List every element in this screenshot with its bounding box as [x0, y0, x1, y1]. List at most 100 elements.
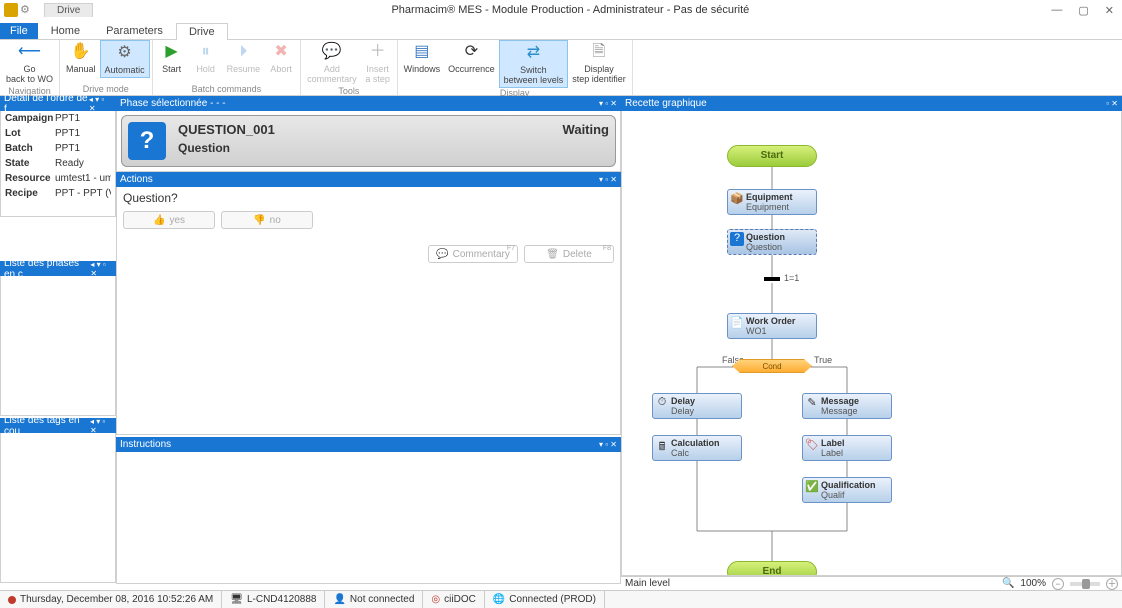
- addcomm-l2: commentary: [307, 74, 357, 84]
- go-back-button[interactable]: ⟵ Go back to WO: [2, 40, 57, 86]
- node-end[interactable]: End: [727, 561, 817, 576]
- node-qualification[interactable]: ✅ Qualification Qualif: [802, 477, 892, 503]
- left-column: Détail de l'ordre de f ◂ ▾ ▫ ✕ CampaignP…: [0, 96, 116, 590]
- close-button[interactable]: ✕: [1101, 4, 1118, 17]
- panel-detail-tools[interactable]: ◂ ▾ ▫ ✕: [89, 95, 112, 113]
- panel-tags-tools[interactable]: ◂ ▾ ▫ ✕: [90, 417, 112, 435]
- add-commentary-button[interactable]: 💬 Add commentary: [303, 40, 361, 86]
- zoom-in-button[interactable]: ＋: [1106, 578, 1118, 590]
- status-bar: Thursday, December 08, 2016 10:52:26 AM …: [0, 590, 1122, 608]
- title-bar: ⚙ Drive Pharmacim® MES - Module Producti…: [0, 0, 1122, 20]
- detail-row: LotPPT1: [1, 126, 115, 141]
- qualif-icon: ✅: [805, 480, 819, 494]
- status-connected: 🌐Connected (PROD): [485, 591, 605, 608]
- panel-actions-title: Actions: [120, 174, 153, 185]
- panel-instructions-header[interactable]: Instructions ▾ ▫ ✕: [116, 437, 621, 452]
- display-step-id-button[interactable]: 🗎 Display step identifier: [568, 40, 630, 86]
- flowchart[interactable]: Start 📦 Equipment Equipment ? Question Q…: [622, 111, 1121, 575]
- no-label: no: [270, 215, 281, 226]
- minimize-button[interactable]: —: [1047, 4, 1066, 17]
- maximize-button[interactable]: ▢: [1074, 4, 1092, 17]
- resume-button[interactable]: ⏵ Resume: [223, 40, 265, 76]
- abort-icon: ✖: [271, 42, 291, 62]
- zoom-icon[interactable]: 🔍: [1002, 578, 1014, 589]
- node-start[interactable]: Start: [727, 145, 817, 167]
- panel-actions-tools[interactable]: ▾ ▫ ✕: [599, 175, 617, 184]
- panel-recipe-tools[interactable]: ▫ ✕: [1106, 99, 1118, 108]
- yes-button[interactable]: 👍 yes: [123, 211, 215, 229]
- panel-phases-tools[interactable]: ◂ ▾ ▫ ✕: [90, 260, 112, 278]
- zoom-out-button[interactable]: −: [1052, 578, 1064, 590]
- group-navigation: ⟵ Go back to WO Navigation: [0, 40, 60, 95]
- hold-button[interactable]: ⏸ Hold: [189, 40, 223, 76]
- panel-phases-header[interactable]: Liste des phases en c ◂ ▾ ▫ ✕: [0, 261, 116, 276]
- branch-label: 1=1: [784, 273, 799, 283]
- panel-actions-body: Question? 👍 yes 👎 no 💬 CommentaryF7 🗑 De…: [116, 187, 621, 435]
- node-workorder[interactable]: 📄 Work Order WO1: [727, 313, 817, 339]
- panel-instructions-title: Instructions: [120, 439, 171, 450]
- status-machine: 🖥L-CND4120888: [222, 591, 325, 608]
- panel-phase-header[interactable]: Phase sélectionnée - - - ▾ ▫ ✕: [116, 96, 621, 111]
- right-column: Recette graphique ▫ ✕: [621, 96, 1122, 590]
- group-batch-label: Batch commands: [155, 84, 299, 95]
- delete-button[interactable]: 🗑 DeleteF8: [524, 245, 614, 263]
- commentary-button[interactable]: 💬 CommentaryF7: [428, 245, 518, 263]
- manual-button[interactable]: ✋ Manual: [62, 40, 100, 76]
- tab-drive[interactable]: Drive: [176, 23, 228, 40]
- phase-label: Question: [178, 141, 563, 155]
- panel-instructions-tools[interactable]: ▾ ▫ ✕: [599, 440, 617, 449]
- tab-parameters[interactable]: Parameters: [93, 22, 176, 39]
- automatic-button[interactable]: ⚙ Automatic: [100, 40, 150, 78]
- qualif-title: Qualification: [821, 480, 888, 490]
- detail-value: PPT1: [55, 113, 111, 124]
- delay-title: Delay: [671, 396, 738, 406]
- panel-phase-selected: Phase sélectionnée - - - ▾ ▫ ✕ ? QUESTIO…: [116, 96, 621, 172]
- gear-auto-icon: ⚙: [115, 43, 135, 63]
- start-button[interactable]: ▶ Start: [155, 40, 189, 76]
- node-message[interactable]: ✎ Message Message: [802, 393, 892, 419]
- zoom-slider[interactable]: [1070, 582, 1100, 586]
- node-delay[interactable]: ⏱ Delay Delay: [652, 393, 742, 419]
- node-cond[interactable]: Cond: [732, 359, 812, 373]
- panel-detail-header[interactable]: Détail de l'ordre de f ◂ ▾ ▫ ✕: [0, 96, 116, 111]
- start-label: Start: [162, 64, 181, 74]
- question-text: Question?: [117, 187, 620, 209]
- node-question[interactable]: ? Question Question: [727, 229, 817, 255]
- detail-row: RecipePPT - PPT (Vers: [1, 186, 115, 201]
- insert-step-button[interactable]: ＋ Insert a step: [361, 40, 395, 86]
- status-datetime: Thursday, December 08, 2016 10:52:26 AM: [0, 591, 222, 608]
- windows-button[interactable]: ▤ Windows: [400, 40, 445, 76]
- panel-recipe-header[interactable]: Recette graphique ▫ ✕: [621, 96, 1122, 111]
- node-label[interactable]: 🏷 Label Label: [802, 435, 892, 461]
- message-title: Message: [821, 396, 888, 406]
- no-button[interactable]: 👎 no: [221, 211, 313, 229]
- app-icon: [4, 3, 18, 17]
- panel-detail-title: Détail de l'ordre de f: [4, 93, 89, 115]
- gear-icon[interactable]: ⚙: [20, 3, 34, 17]
- node-calculation[interactable]: 🖩 Calculation Calc: [652, 435, 742, 461]
- detail-row: Resourceumtest1 - umt: [1, 171, 115, 186]
- delete-key: F8: [603, 245, 611, 252]
- panel-actions: Actions ▾ ▫ ✕ Question? 👍 yes 👎 no 💬 Com…: [116, 172, 621, 435]
- switch-levels-button[interactable]: ⇄ Switch between levels: [499, 40, 569, 88]
- panel-phase-tools[interactable]: ▾ ▫ ✕: [599, 99, 617, 108]
- cond-true-label: True: [814, 355, 832, 365]
- detail-value: PPT1: [55, 128, 111, 139]
- commentary-key: F7: [507, 245, 515, 252]
- equipment-title: Equipment: [746, 192, 813, 202]
- detail-value: umtest1 - umt: [55, 173, 111, 184]
- status-ciidoc: ◎ciiDOC: [423, 591, 484, 608]
- label-title: Label: [821, 438, 888, 448]
- file-tab[interactable]: File: [0, 23, 38, 39]
- quick-access-icons: ⚙: [4, 3, 34, 17]
- tab-home[interactable]: Home: [38, 22, 93, 39]
- message-icon: ✎: [805, 396, 819, 410]
- panel-actions-header[interactable]: Actions ▾ ▫ ✕: [116, 172, 621, 187]
- abort-button[interactable]: ✖ Abort: [264, 40, 298, 76]
- detail-row: StateReady: [1, 156, 115, 171]
- windows-icon: ▤: [412, 42, 432, 62]
- occurrence-button[interactable]: ⟳ Occurrence: [444, 40, 499, 76]
- node-equipment[interactable]: 📦 Equipment Equipment: [727, 189, 817, 215]
- group-batch-commands: ▶ Start ⏸ Hold ⏵ Resume ✖ Abort Batch co…: [153, 40, 302, 95]
- panel-tags-header[interactable]: Liste des tags en cou ◂ ▾ ▫ ✕: [0, 418, 116, 433]
